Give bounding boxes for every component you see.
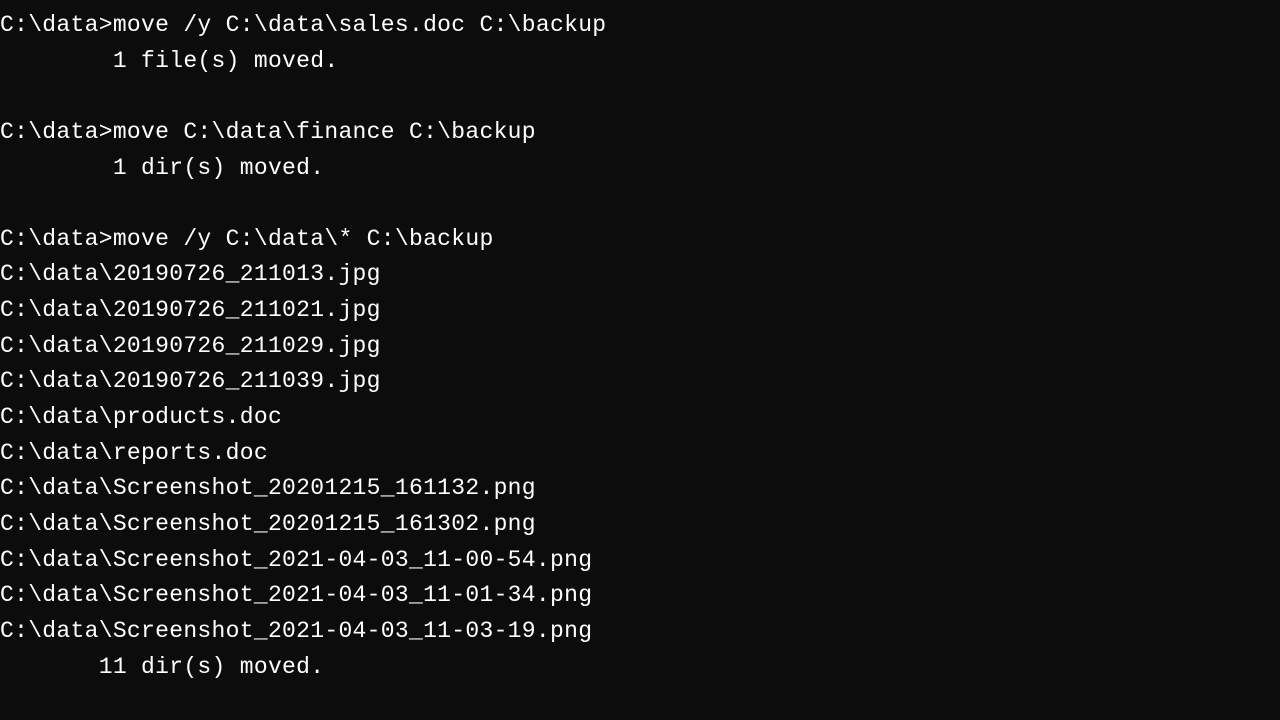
terminal-line: C:\data\Screenshot_20201215_161302.png xyxy=(0,507,1280,543)
terminal-line: 1 dir(s) moved. xyxy=(0,151,1280,187)
terminal-line: C:\data\Screenshot_20201215_161132.png xyxy=(0,471,1280,507)
terminal-line: C:\data>move C:\data\finance C:\backup xyxy=(0,115,1280,151)
terminal-line: C:\data\reports.doc xyxy=(0,436,1280,472)
terminal-line: C:\data>move /y C:\data\* C:\backup xyxy=(0,222,1280,258)
terminal-line: C:\data\20190726_211013.jpg xyxy=(0,257,1280,293)
terminal-line: 11 dir(s) moved. xyxy=(0,650,1280,686)
blank-line xyxy=(0,79,1280,115)
terminal-line: C:\data\Screenshot_2021-04-03_11-00-54.p… xyxy=(0,543,1280,579)
terminal-line: C:\data\20190726_211039.jpg xyxy=(0,364,1280,400)
terminal-line: C:\data\Screenshot_2021-04-03_11-03-19.p… xyxy=(0,614,1280,650)
terminal-line: C:\data>move /y C:\data\sales.doc C:\bac… xyxy=(0,8,1280,44)
terminal-line: C:\data\20190726_211021.jpg xyxy=(0,293,1280,329)
terminal-line: C:\data\Screenshot_2021-04-03_11-01-34.p… xyxy=(0,578,1280,614)
blank-line xyxy=(0,186,1280,222)
terminal-line: 1 file(s) moved. xyxy=(0,44,1280,80)
terminal-line: C:\data\20190726_211029.jpg xyxy=(0,329,1280,365)
terminal-output[interactable]: C:\data>move /y C:\data\sales.doc C:\bac… xyxy=(0,8,1280,685)
terminal-line: C:\data\products.doc xyxy=(0,400,1280,436)
